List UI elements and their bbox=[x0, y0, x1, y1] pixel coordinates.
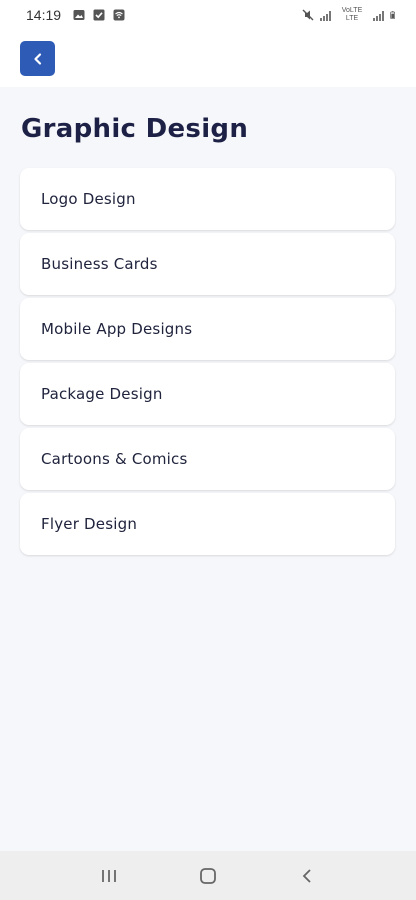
category-item-label: Business Cards bbox=[41, 255, 158, 273]
category-item-business-cards[interactable]: Business Cards bbox=[20, 233, 395, 295]
mute-icon bbox=[302, 9, 314, 21]
status-left: 14:19 bbox=[26, 7, 125, 23]
category-item-logo-design[interactable]: Logo Design bbox=[20, 168, 395, 230]
system-back-button[interactable] bbox=[287, 856, 327, 896]
chevron-left-icon bbox=[33, 52, 41, 65]
category-list: Logo Design Business Cards Mobile App De… bbox=[20, 168, 395, 558]
category-item-label: Cartoons & Comics bbox=[41, 450, 188, 468]
category-item-label: Flyer Design bbox=[41, 515, 138, 533]
status-bar: 14:19 VoLTE LTE bbox=[0, 0, 416, 30]
battery-icon bbox=[390, 11, 395, 19]
home-icon bbox=[200, 867, 216, 884]
status-time: 14:19 bbox=[26, 7, 62, 23]
category-item-label: Logo Design bbox=[41, 190, 136, 208]
back-arrow-icon bbox=[302, 868, 311, 883]
recent-apps-icon bbox=[102, 869, 117, 882]
signal-2-icon bbox=[373, 10, 384, 21]
system-nav-bar bbox=[0, 851, 416, 900]
recent-apps-button[interactable] bbox=[89, 856, 129, 896]
category-item-package-design[interactable]: Package Design bbox=[20, 363, 395, 425]
gallery-icon bbox=[73, 10, 85, 20]
category-item-label: Mobile App Designs bbox=[41, 320, 193, 338]
signal-1-icon bbox=[320, 10, 331, 21]
checkbox-icon bbox=[93, 9, 105, 21]
category-item-mobile-app-designs[interactable]: Mobile App Designs bbox=[20, 298, 395, 360]
wifi-calling-icon bbox=[113, 9, 125, 21]
back-button[interactable] bbox=[20, 41, 55, 76]
category-item-flyer-design[interactable]: Flyer Design bbox=[20, 493, 395, 555]
network-type-label: VoLTE LTE bbox=[341, 7, 363, 22]
home-button[interactable] bbox=[188, 856, 228, 896]
page-title: Graphic Design bbox=[21, 114, 249, 144]
app-bar bbox=[0, 30, 416, 87]
status-right: VoLTE LTE bbox=[302, 7, 398, 23]
category-item-cartoons-comics[interactable]: Cartoons & Comics bbox=[20, 428, 395, 490]
category-item-label: Package Design bbox=[41, 385, 163, 403]
